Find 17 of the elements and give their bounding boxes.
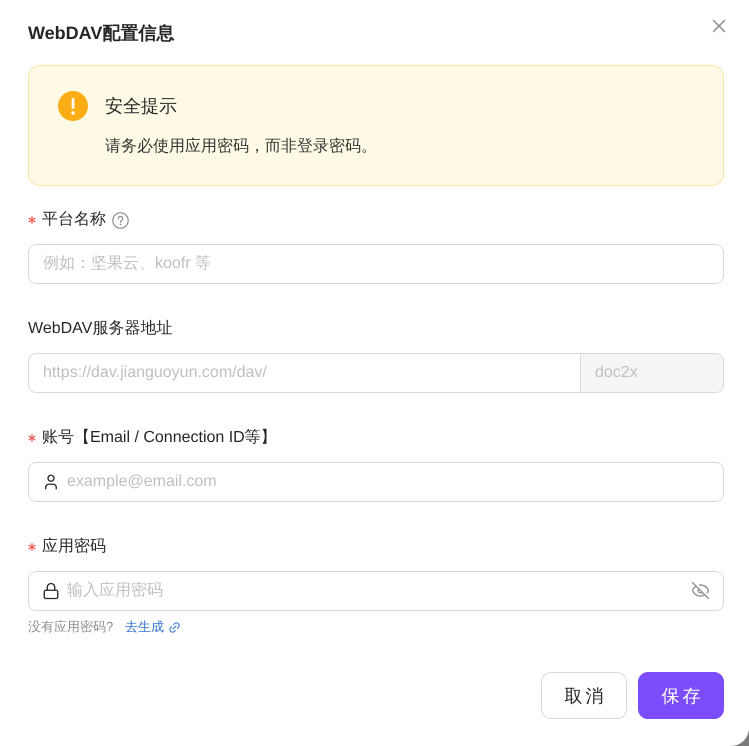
hint-text: 没有应用密码? xyxy=(28,618,114,636)
password-field[interactable]: 输入应用密码 xyxy=(28,571,724,611)
field-label: WebDAV服务器地址 xyxy=(28,318,172,339)
url-input-field[interactable]: https://dav.jianguoyun.com/dav/ xyxy=(28,353,581,393)
alert-title: 安全提示 xyxy=(105,95,178,118)
help-icon[interactable] xyxy=(112,212,129,228)
eye-off-icon[interactable] xyxy=(691,581,710,600)
field-label: 账号【Email / Connection ID等】 xyxy=(42,428,277,448)
input-field[interactable]: example@email.com xyxy=(28,462,724,502)
cancel-button[interactable]: 取消 xyxy=(541,672,627,719)
field-label: 应用密码 xyxy=(42,536,106,557)
save-button[interactable]: 保存 xyxy=(638,672,724,719)
dialog-title: WebDAV配置信息 xyxy=(28,22,174,45)
alert-message: 请务必使用应用密码，而非登录密码。 xyxy=(105,136,377,157)
generate-link[interactable]: 去生成 xyxy=(125,618,182,636)
field-label: 平台名称 xyxy=(42,210,106,230)
input-field[interactable]: 例如：坚果云、koofr 等 xyxy=(28,244,724,284)
